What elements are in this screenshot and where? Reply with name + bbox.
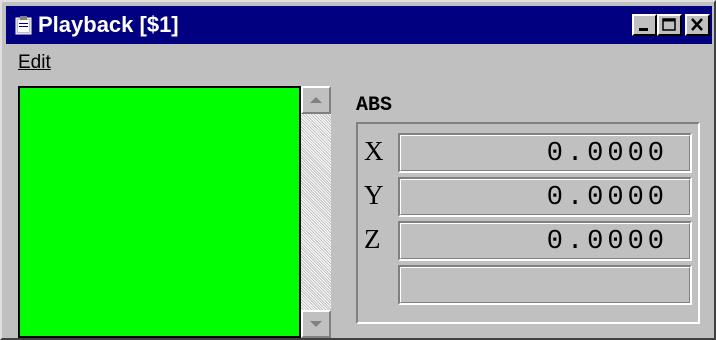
window-title: Playback [$1]: [38, 12, 179, 37]
coordinate-mode-label: ABS: [356, 94, 393, 117]
arrow-up-icon: [310, 97, 322, 103]
z-value: 0.0000: [546, 227, 668, 257]
playback-canvas[interactable]: [18, 86, 301, 338]
x-value-field: 0.0000: [398, 133, 692, 173]
scroll-up-button[interactable]: [301, 86, 331, 114]
title-bar[interactable]: Playback [$1]: [6, 6, 712, 44]
x-value: 0.0000: [546, 139, 668, 169]
axis-label-z: Z: [364, 224, 381, 254]
extra-value-field: [398, 265, 692, 305]
z-value-field: 0.0000: [398, 221, 692, 261]
axis-label-x: X: [364, 136, 384, 166]
vertical-scrollbar[interactable]: [301, 86, 331, 338]
close-icon: [691, 18, 703, 31]
y-value: 0.0000: [546, 183, 668, 213]
clipboard-icon: [15, 16, 32, 35]
scroll-down-button[interactable]: [301, 310, 331, 338]
minimize-icon: [639, 28, 648, 31]
close-button[interactable]: [685, 14, 710, 36]
maximize-button[interactable]: [657, 14, 682, 36]
arrow-down-icon: [310, 321, 322, 327]
menu-edit[interactable]: Edit: [18, 52, 51, 74]
playback-window: Playback [$1] Edit ABS X 0.0000 Y 0.0000…: [0, 0, 716, 340]
axis-label-y: Y: [364, 180, 384, 210]
minimize-button[interactable]: [632, 14, 657, 36]
y-value-field: 0.0000: [398, 177, 692, 217]
maximize-icon: [662, 18, 676, 31]
menu-bar: Edit: [6, 46, 712, 76]
